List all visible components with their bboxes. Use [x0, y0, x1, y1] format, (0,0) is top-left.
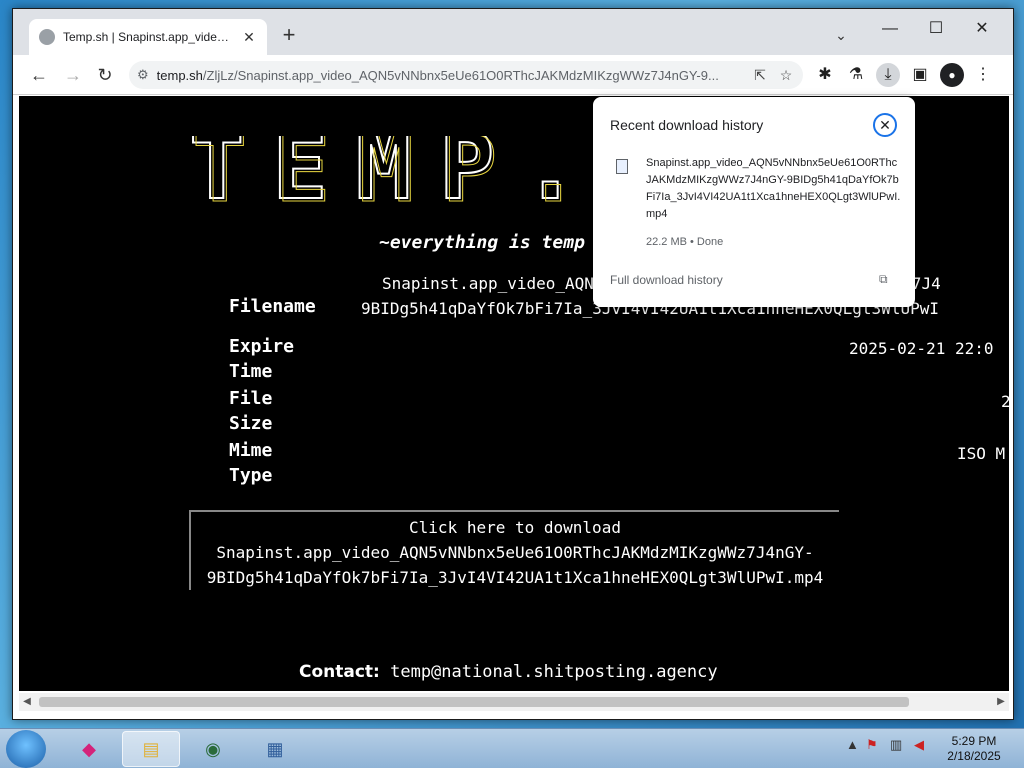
browser-window: Temp.sh | Snapinst.app_video_AQN5vNNbnx5…: [12, 8, 1014, 720]
extensions-icon[interactable]: ✱: [813, 63, 837, 87]
taskbar: ◆ ▤ ◉ ▦ ▲ ⚑ ▥ ◀ 5:29 PM 2/18/2025: [0, 728, 1024, 768]
contact-email[interactable]: temp@national.shitposting.agency: [390, 662, 718, 682]
clock[interactable]: 5:29 PM 2/18/2025: [938, 734, 1010, 764]
side-panel-icon[interactable]: ▣: [908, 63, 932, 87]
share-icon[interactable]: ⇱: [751, 67, 769, 84]
minimize-button[interactable]: —: [873, 17, 907, 41]
download-link[interactable]: Click here to download Snapinst.app_vide…: [189, 510, 839, 590]
tab-title: Temp.sh | Snapinst.app_video_AQN5vNNbnx5…: [63, 30, 233, 44]
start-button[interactable]: [6, 730, 46, 768]
expire-value: 2025-02-21 22:0: [849, 339, 994, 358]
filename-label: Filename: [229, 296, 316, 317]
bookmark-star-icon[interactable]: ☆: [777, 67, 795, 84]
scroll-left-icon[interactable]: ◀: [19, 693, 35, 711]
new-tab-button[interactable]: +: [277, 24, 301, 48]
scroll-thumb[interactable]: [39, 697, 909, 707]
browser-toolbar: ← → ↻ ⚙ temp.sh/ZljLz/Snapinst.app_video…: [13, 55, 1013, 95]
mime-value: ISO M: [957, 444, 1006, 463]
mime-type-label: Mime Type: [229, 440, 273, 486]
file-size-value: 2: [1001, 392, 1009, 411]
downloads-icon[interactable]: ⤓: [876, 63, 900, 87]
menu-kebab-icon[interactable]: ⋮: [971, 63, 995, 87]
network-icon[interactable]: ▥: [890, 737, 902, 753]
close-window-button[interactable]: ✕: [965, 17, 999, 41]
forward-button[interactable]: →: [61, 63, 85, 87]
site-settings-icon[interactable]: ⚙: [137, 67, 149, 83]
clock-date: 2/18/2025: [947, 749, 1001, 763]
file-explorer-icon[interactable]: ▤: [122, 731, 180, 767]
contact-line: Contact: temp@national.shitposting.agenc…: [299, 662, 718, 682]
download-link-filename-1: Snapinst.app_video_AQN5vNNbnx5eUe61O0RTh…: [216, 543, 814, 562]
file-size-label: File Size: [229, 388, 273, 434]
download-link-label: Click here to download: [409, 518, 621, 537]
profile-avatar[interactable]: ●: [940, 63, 964, 87]
close-tab-icon[interactable]: ✕: [241, 29, 257, 45]
reload-button[interactable]: ↻: [93, 63, 117, 87]
close-icon[interactable]: ✕: [873, 113, 897, 137]
tab-strip: Temp.sh | Snapinst.app_video_AQN5vNNbnx5…: [13, 9, 1013, 55]
open-external-icon[interactable]: ⧉: [879, 272, 888, 287]
download-bubble-title: Recent download history: [610, 117, 764, 133]
scroll-right-icon[interactable]: ▶: [993, 693, 1009, 711]
globe-icon: [39, 29, 55, 45]
app-icon-pink[interactable]: ◆: [60, 731, 118, 767]
clock-time: 5:29 PM: [951, 734, 997, 748]
control-panel-icon[interactable]: ▦: [246, 731, 304, 767]
show-hidden-icons-icon[interactable]: ▲: [846, 737, 859, 752]
file-icon: [616, 159, 628, 174]
contact-label: Contact:: [299, 662, 380, 682]
volume-icon[interactable]: ◀: [914, 737, 924, 753]
tagline: ~everything is temp: [379, 232, 585, 253]
expire-time-label: Expire Time: [229, 336, 295, 382]
url-text[interactable]: temp.sh/ZljLz/Snapinst.app_video_AQN5vNN…: [157, 68, 743, 83]
address-bar[interactable]: ⚙ temp.sh/ZljLz/Snapinst.app_video_AQN5v…: [129, 61, 803, 89]
download-link-filename-2: 9BIDg5h41qDaYfOk7bFi7Ia_3JvI4VI42UA1t1Xc…: [206, 568, 824, 587]
labs-flask-icon[interactable]: ⚗: [844, 63, 868, 87]
download-file-name[interactable]: Snapinst.app_video_AQN5vNNbnx5eUe61O0RTh…: [646, 155, 902, 223]
back-button[interactable]: ←: [27, 63, 51, 87]
action-center-icon[interactable]: ⚑: [866, 737, 878, 753]
browser-tab[interactable]: Temp.sh | Snapinst.app_video_AQN5vNNbnx5…: [29, 19, 267, 55]
download-bubble: Recent download history ✕ Snapinst.app_v…: [593, 97, 915, 307]
download-file-meta: 22.2 MB • Done: [646, 236, 724, 248]
horizontal-scrollbar[interactable]: ◀ ▶: [19, 693, 1009, 711]
tab-search-chevron-icon[interactable]: ⌄: [829, 27, 853, 47]
chrome-icon[interactable]: ◉: [184, 731, 242, 767]
maximize-button[interactable]: ☐: [919, 17, 953, 41]
full-download-history-link[interactable]: Full download history: [610, 273, 723, 287]
